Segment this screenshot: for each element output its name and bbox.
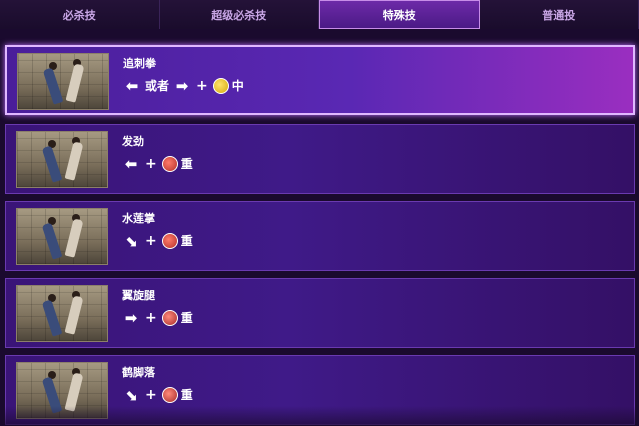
move-preview-thumbnail [16,362,108,419]
move-preview-thumbnail [16,208,108,265]
move-item[interactable]: 发劲 ⬅ + 重 [5,124,635,194]
plus-icon: + [196,77,208,94]
arrow-left-icon: ⬅ [124,154,138,173]
arrow-right-icon: ➡ [124,308,138,327]
arrow-down-right-icon: ⬊ [124,231,138,250]
move-command: ⬊ + 重 [122,231,193,250]
tab-special-moves[interactable]: 必杀技 [0,0,160,29]
tab-throws[interactable]: 普通投 [479,0,639,29]
move-item[interactable]: 鹤脚落 ⬊ + 重 [5,355,635,425]
kick-button-icon [161,386,178,403]
move-preview-thumbnail [16,131,108,188]
move-name: 鹤脚落 [122,366,155,379]
tab-super-arts[interactable]: 超级必杀技 [159,0,319,29]
plus-icon: + [145,309,157,326]
arrow-left-icon: ⬅ [125,76,139,95]
move-item[interactable]: 追刺拳 ⬅ 或者 ➡ + 中 [5,45,635,115]
move-name: 水莲掌 [122,212,155,225]
move-list: 追刺拳 ⬅ 或者 ➡ + 中 发劲 ⬅ + 重 水莲掌 ⬊ + 重 翼旋腿 ➡ … [0,38,639,426]
strength-label: 重 [180,388,193,402]
move-command: ➡ + 重 [122,308,193,327]
plus-icon: + [145,155,157,172]
move-preview-thumbnail [16,285,108,342]
kick-button-icon [161,309,178,326]
strength-label: 重 [180,157,193,171]
move-command: ⬊ + 重 [122,385,193,404]
move-name: 发劲 [122,135,144,148]
arrow-down-right-icon: ⬊ [124,385,138,404]
punch-button-icon [161,232,178,249]
move-preview-thumbnail [17,53,109,110]
move-name: 翼旋腿 [122,289,155,302]
move-item[interactable]: 水莲掌 ⬊ + 重 [5,201,635,271]
punch-button-icon [212,77,229,94]
move-item[interactable]: 翼旋腿 ➡ + 重 [5,278,635,348]
move-command: ⬅ + 重 [122,154,193,173]
strength-label: 中 [231,79,244,93]
or-label: 或者 [145,79,170,93]
strength-label: 重 [180,234,193,248]
move-command: ⬅ 或者 ➡ + 中 [123,76,244,95]
move-name: 追刺拳 [123,57,156,70]
strength-label: 重 [180,311,193,325]
move-category-tabs: 必杀技 超级必杀技 特殊技 普通投 [0,0,639,29]
arrow-right-icon: ➡ [175,76,189,95]
plus-icon: + [145,232,157,249]
punch-button-icon [161,155,178,172]
tab-unique-attacks[interactable]: 特殊技 [319,0,480,29]
plus-icon: + [145,386,157,403]
